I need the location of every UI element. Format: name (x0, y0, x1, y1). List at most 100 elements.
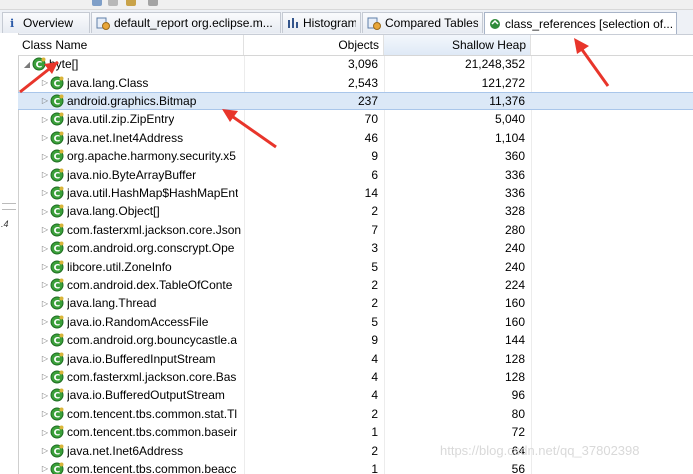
class-icon: C (50, 186, 64, 200)
table-row[interactable]: ▷ Ccom.android.org.conscrypt.Ope 3 240 (18, 239, 693, 257)
shallow-heap-value: 96 (511, 388, 525, 403)
toolbar-button-icon[interactable] (148, 0, 158, 6)
class-name: com.fasterxml.jackson.core.Bas (67, 369, 237, 384)
expand-arrow-icon[interactable]: ▷ (40, 354, 50, 363)
expand-arrow-icon[interactable]: ▷ (40, 317, 50, 326)
toolbar-button-icon[interactable] (92, 0, 102, 6)
toolbar-button-icon[interactable] (126, 0, 136, 6)
table-row[interactable]: ▷ Ccom.tencent.tbs.common.beacc 1 56 (18, 460, 693, 474)
shallow-heap-value: 336 (504, 185, 525, 200)
column-header-class-name[interactable]: Class Name (18, 35, 244, 55)
objects-value: 6 (371, 167, 378, 182)
objects-value: 9 (371, 149, 378, 164)
expand-arrow-icon[interactable]: ▷ (40, 207, 50, 216)
table-row[interactable]: ▷ Cjava.util.zip.ZipEntry 70 5,040 (18, 110, 693, 128)
table-row[interactable]: ▷ Cjava.io.RandomAccessFile 5 160 (18, 313, 693, 331)
class-name: libcore.util.ZoneInfo (67, 259, 172, 274)
expand-arrow-icon[interactable]: ▷ (40, 446, 50, 455)
shallow-heap-value: 160 (504, 314, 525, 329)
tab-class-references[interactable]: class_references [selection of... (484, 12, 677, 34)
class-name: java.net.Inet6Address (67, 443, 184, 458)
expand-arrow-icon[interactable]: ▷ (40, 428, 50, 437)
column-header-objects[interactable]: Objects (244, 35, 384, 55)
table-row[interactable]: ▷ Cjava.net.Inet4Address 46 1,104 (18, 129, 693, 147)
expand-arrow-icon[interactable]: ▷ (40, 115, 50, 124)
class-icon: C (50, 425, 64, 439)
table-row[interactable]: ▷ Corg.apache.harmony.security.x5 9 360 (18, 147, 693, 165)
compare-icon (367, 17, 381, 30)
table-row[interactable]: ▷ Ccom.fasterxml.jackson.core.Bas 4 128 (18, 368, 693, 386)
shallow-heap-value: 224 (504, 277, 525, 292)
table-row[interactable]: ▷ Cjava.lang.Class 2,543 121,272 (18, 73, 693, 91)
table-row[interactable]: ▷ Cjava.lang.Object[] 2 328 (18, 202, 693, 220)
collapse-arrow-icon[interactable]: ◢ (22, 60, 32, 69)
expand-arrow-icon[interactable]: ▷ (40, 152, 50, 161)
svg-text:C: C (54, 245, 61, 255)
table-row[interactable]: ▷ Ccom.android.org.bouncycastle.a 9 144 (18, 331, 693, 349)
table-row-root[interactable]: ◢ C byte[] 3,096 21,248,352 (18, 55, 693, 73)
objects-value: 5 (371, 314, 378, 329)
class-icon: C (50, 204, 64, 218)
expand-arrow-icon[interactable]: ▷ (40, 336, 50, 345)
left-panel: .4 (0, 33, 19, 474)
class-name: org.apache.harmony.security.x5 (67, 149, 236, 164)
column-header-shallow-heap[interactable]: Shallow Heap (384, 35, 531, 55)
shallow-heap-value: 5,040 (494, 112, 525, 127)
expand-arrow-icon[interactable]: ▷ (40, 280, 50, 289)
tab-default-report[interactable]: default_report org.eclipse.m... (91, 12, 281, 33)
shallow-heap-value: 56 (511, 461, 525, 474)
class-icon: C (50, 112, 64, 126)
expand-arrow-icon[interactable]: ▷ (40, 372, 50, 381)
table-row[interactable]: ▷ Ccom.tencent.tbs.common.stat.Tl 2 80 (18, 405, 693, 423)
shallow-heap-value: 360 (504, 149, 525, 164)
tab-label: Overview (23, 16, 74, 30)
class-name: java.io.RandomAccessFile (67, 314, 209, 329)
tab-compared-tables[interactable]: Compared Tables (362, 12, 483, 33)
table-row[interactable]: ▷ Cjava.io.BufferedInputStream 4 128 (18, 349, 693, 367)
expand-arrow-icon[interactable]: ▷ (40, 133, 50, 142)
svg-text:C: C (54, 318, 61, 328)
expand-arrow-icon[interactable]: ▷ (40, 225, 50, 234)
tab-overview[interactable]: i Overview (2, 12, 90, 33)
class-name: java.io.BufferedInputStream (67, 351, 216, 366)
expand-arrow-icon[interactable]: ▷ (40, 244, 50, 253)
table-row[interactable]: ▷ Cjava.lang.Thread 2 160 (18, 294, 693, 312)
svg-text:C: C (54, 373, 61, 383)
toolbar-button-icon[interactable] (108, 0, 118, 6)
table-row[interactable]: ▷ Ccom.android.dex.TableOfConte 2 224 (18, 276, 693, 294)
expand-arrow-icon[interactable]: ▷ (40, 262, 50, 271)
table-row[interactable]: ▷ Candroid.graphics.Bitmap 237 11,376 (18, 91, 693, 111)
svg-text:C: C (54, 97, 61, 107)
class-name: com.android.dex.TableOfConte (67, 277, 233, 292)
expand-arrow-icon[interactable]: ▷ (40, 299, 50, 308)
shallow-heap-value: 328 (504, 204, 525, 219)
table-row[interactable]: ▷ Cjava.nio.ByteArrayBuffer 6 336 (18, 165, 693, 183)
class-icon: C (50, 131, 64, 145)
svg-text:i: i (10, 17, 14, 29)
table-row[interactable]: ▷ Cjava.util.HashMap$HashMapEnt 14 336 (18, 184, 693, 202)
expand-arrow-icon[interactable]: ▷ (40, 78, 50, 87)
svg-text:C: C (54, 226, 61, 236)
table-row[interactable]: ▷ Ccom.tencent.tbs.common.baseir 1 72 (18, 423, 693, 441)
expand-arrow-icon[interactable]: ▷ (40, 96, 50, 105)
class-icon: C (50, 76, 64, 90)
class-name: android.graphics.Bitmap (67, 93, 197, 108)
shallow-heap-value: 128 (504, 351, 525, 366)
objects-value: 4 (371, 369, 378, 384)
expand-arrow-icon[interactable]: ▷ (40, 188, 50, 197)
table-row[interactable]: ▷ Cjava.io.BufferedOutputStream 4 96 (18, 386, 693, 404)
objects-value: 9 (371, 333, 378, 348)
shallow-heap-value: 80 (511, 406, 525, 421)
svg-text:C: C (54, 208, 61, 218)
divider (2, 203, 16, 204)
class-name: byte[] (49, 57, 79, 72)
expand-arrow-icon[interactable]: ▷ (40, 464, 50, 473)
tab-histogram[interactable]: Histogram (282, 12, 361, 33)
expand-arrow-icon[interactable]: ▷ (40, 409, 50, 418)
expand-arrow-icon[interactable]: ▷ (40, 170, 50, 179)
table-row[interactable]: ▷ Clibcore.util.ZoneInfo 5 240 (18, 257, 693, 275)
expand-arrow-icon[interactable]: ▷ (40, 391, 50, 400)
class-icon: C (50, 296, 64, 310)
table-row[interactable]: ▷ Ccom.fasterxml.jackson.core.Json 7 280 (18, 221, 693, 239)
svg-text:C: C (54, 410, 61, 420)
